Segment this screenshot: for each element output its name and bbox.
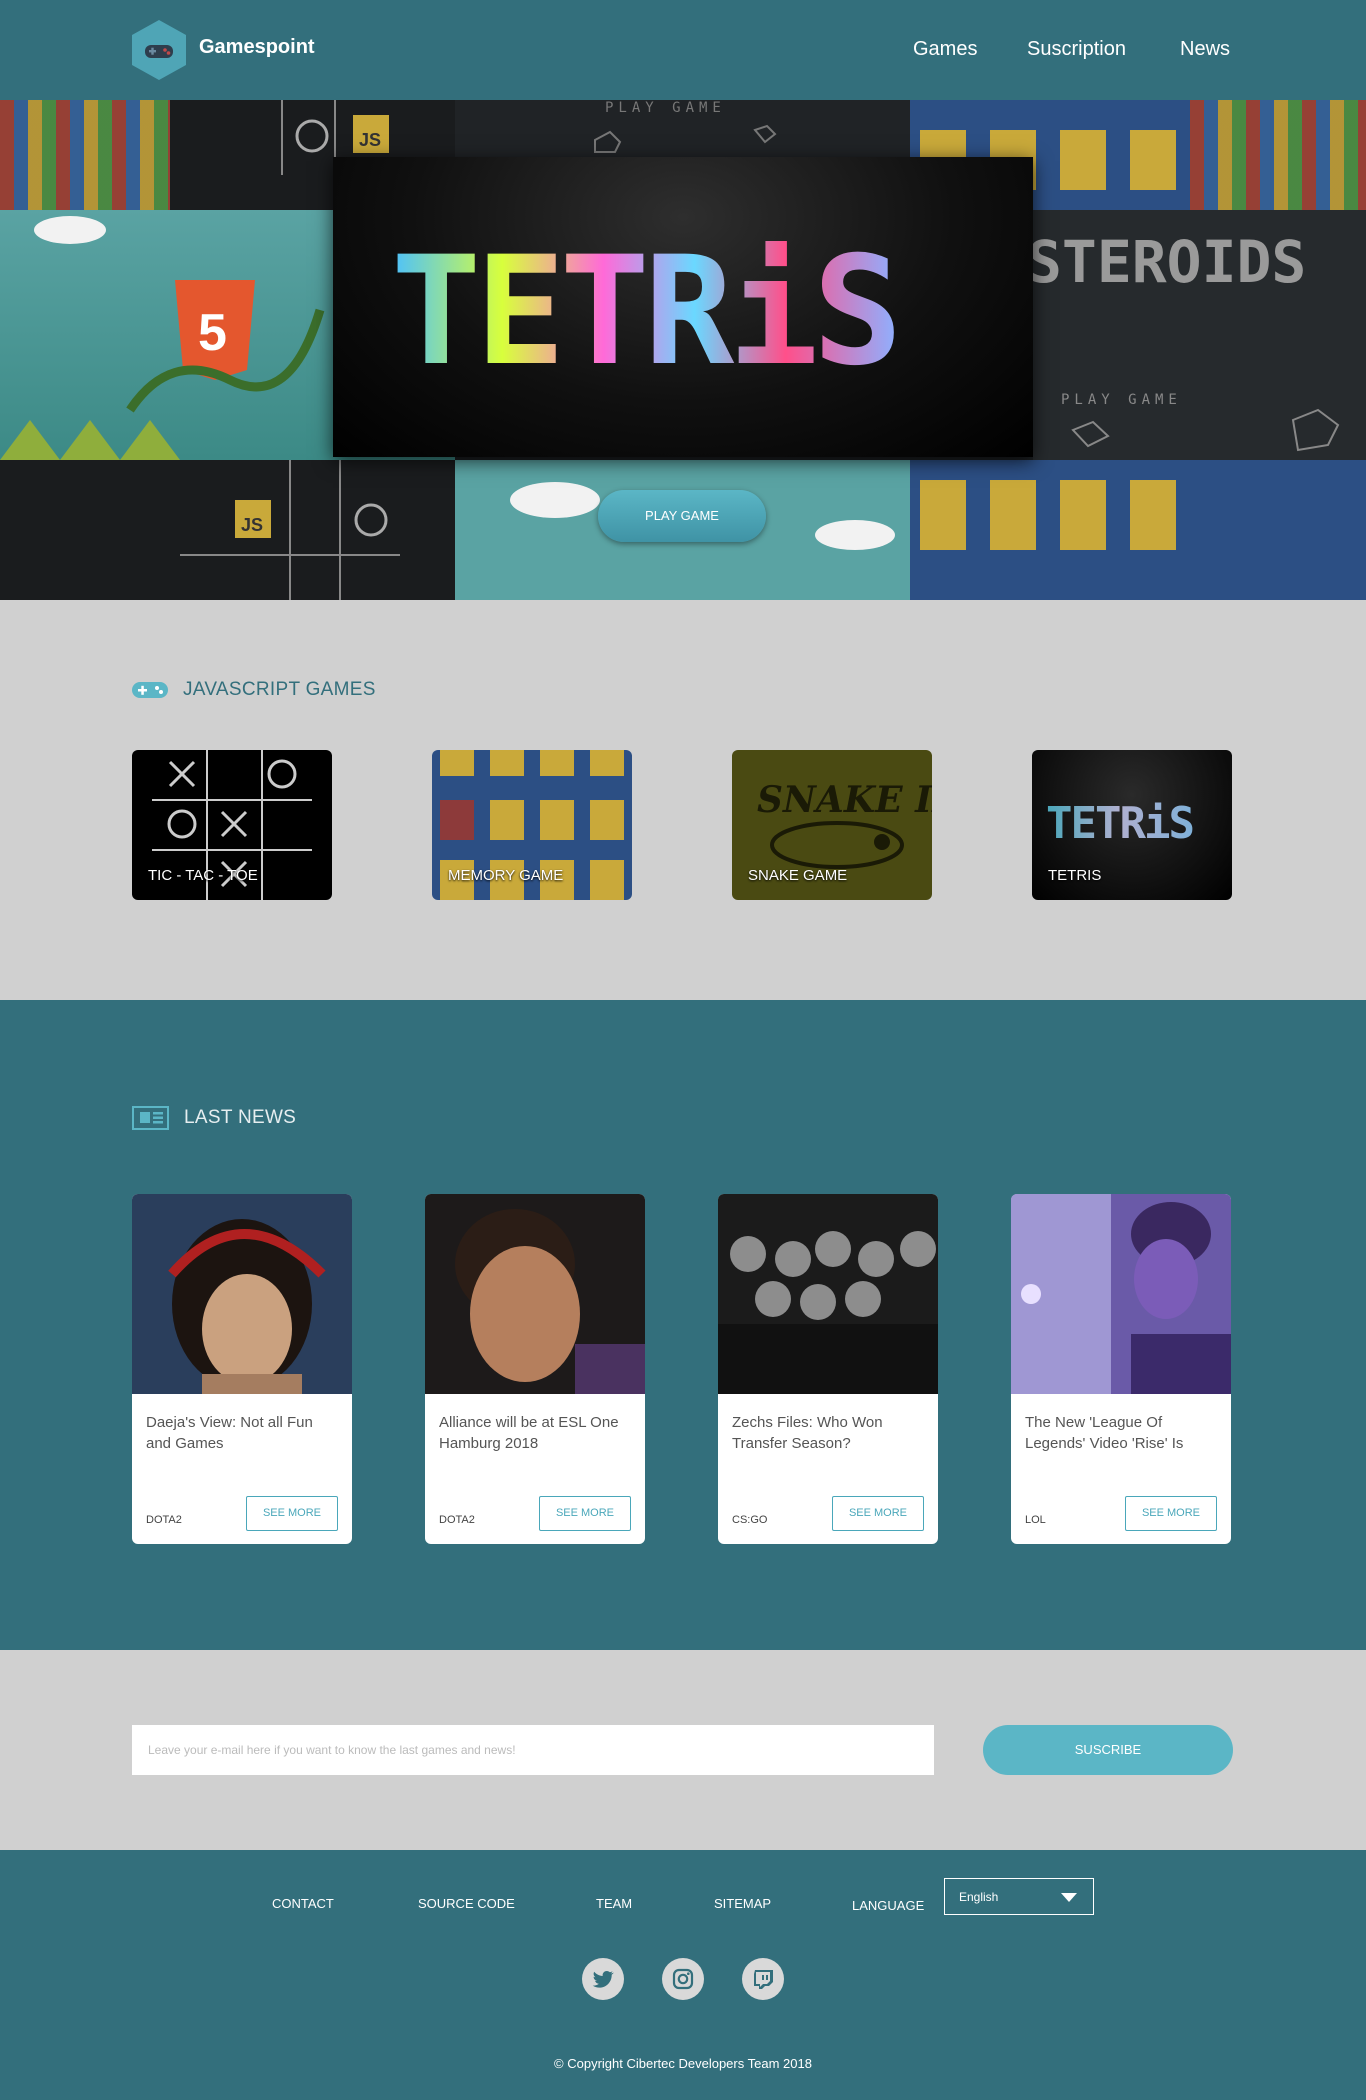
news-tag: CS:GO (732, 1514, 768, 1526)
nav-games[interactable]: Games (913, 38, 977, 61)
play-game-bg-text-2: PLAY GAME (1061, 392, 1182, 408)
language-select[interactable]: English (944, 1878, 1094, 1915)
javascript-games-title: JAVASCRIPT GAMES (183, 679, 376, 700)
game-card-snake[interactable]: SNAKE II SNAKE GAME (732, 750, 932, 900)
last-news-section: LAST NEWS Daeja's View: Not all Fun and … (0, 1000, 1366, 1650)
nav-suscription[interactable]: Suscription (1027, 38, 1126, 61)
footer-link-team[interactable]: TEAM (596, 1896, 632, 1911)
gamepad-logo-icon[interactable] (132, 20, 186, 80)
tictactoe-tile-bottom: JS (0, 460, 455, 600)
game-card-label: TIC - TAC - TOE (148, 867, 258, 884)
site-footer: CONTACT SOURCE CODE TEAM SITEMAP LANGUAG… (0, 1850, 1366, 2100)
brand-name[interactable]: Gamespoint (199, 36, 315, 59)
news-card[interactable]: The New 'League Of Legends' Video 'Rise'… (1011, 1194, 1231, 1544)
game-card-label: SNAKE GAME (748, 867, 848, 884)
tetris-tile-right (1190, 100, 1366, 210)
language-label: LANGUAGE (852, 1898, 925, 1913)
see-more-button[interactable]: SEE MORE (832, 1496, 924, 1531)
news-title: Alliance will be at ESL One Hamburg 2018 (439, 1414, 619, 1452)
play-game-button[interactable]: PLAY GAME (598, 490, 766, 542)
copyright-text: © Copyright Cibertec Developers Team 201… (554, 2056, 812, 2071)
news-title: Daeja's View: Not all Fun and Games (146, 1414, 313, 1452)
news-title: The New 'League Of Legends' Video 'Rise'… (1025, 1414, 1184, 1452)
news-photo-team-icon (718, 1194, 938, 1394)
see-more-button[interactable]: SEE MORE (246, 1496, 338, 1531)
language-select-value: English (959, 1890, 999, 1904)
subscribe-section: SUSCRIBE (0, 1650, 1366, 1850)
asteroids-bg-right-icon: STEROIDS PLAY GAME (1027, 228, 1340, 452)
tetris-logo-icon: TETRiS (391, 225, 903, 399)
footer-link-source-code[interactable]: SOURCE CODE (418, 1896, 515, 1911)
nav-news[interactable]: News (1180, 38, 1230, 61)
twitch-icon[interactable] (742, 1958, 784, 2000)
featured-game-frame: TETRiS (333, 157, 1033, 457)
news-tag: DOTA2 (146, 1514, 182, 1526)
news-photo-league-icon (1011, 1194, 1231, 1394)
news-title: Zechs Files: Who Won Transfer Season? (732, 1414, 883, 1452)
asteroids-bg-text: STEROIDS (1033, 228, 1306, 296)
tetris-art-text: TETRiS (1046, 798, 1193, 849)
javascript-games-section: JAVASCRIPT GAMES TIC - TAC - TOE MEMORY … (0, 600, 1366, 1000)
featured-title: TETRiS (391, 225, 897, 399)
tetris-tile (0, 100, 170, 210)
gamepad-icon (132, 682, 168, 698)
news-card[interactable]: Alliance will be at ESL One Hamburg 2018… (425, 1194, 645, 1544)
tictactoe-bottom-icon: JS (180, 460, 400, 600)
hero-banner: JS PLAY GAME 5 STEROIDS PLAY GAME JS TET… (0, 100, 1366, 600)
subscribe-button[interactable]: SUSCRIBE (983, 1725, 1233, 1775)
news-card[interactable]: Zechs Files: Who Won Transfer Season? CS… (718, 1194, 938, 1544)
footer-link-sitemap[interactable]: SITEMAP (714, 1896, 771, 1911)
last-news-title: LAST NEWS (184, 1107, 297, 1128)
chevron-down-icon (1061, 1893, 1077, 1902)
snake-art-text: SNAKE II (757, 779, 932, 821)
news-photo-gamer-icon (132, 1194, 352, 1394)
asteroids-tile-right: STEROIDS PLAY GAME (1027, 210, 1366, 460)
news-tag: LOL (1025, 1514, 1046, 1526)
js-badge-text: JS (359, 130, 381, 150)
email-input[interactable] (132, 1725, 934, 1775)
game-card-tetris[interactable]: TETRiS TETRIS (1032, 750, 1232, 900)
footer-link-contact[interactable]: CONTACT (272, 1896, 334, 1911)
newspaper-icon (132, 1106, 169, 1130)
html5-badge-text: 5 (198, 304, 227, 362)
see-more-button[interactable]: SEE MORE (1125, 1496, 1217, 1531)
site-header: Gamespoint Games Suscription News (0, 0, 1366, 100)
play-game-bg-text: PLAY GAME (605, 100, 726, 116)
news-photo-player-icon (425, 1194, 645, 1394)
game-card-tictactoe[interactable]: TIC - TAC - TOE (132, 750, 332, 900)
game-card-label: TETRIS (1048, 867, 1102, 884)
memory-tile-bottom (910, 460, 1366, 600)
js-badge-text-2: JS (241, 515, 263, 535)
game-card-label: MEMORY GAME (448, 867, 564, 884)
twitter-icon[interactable] (582, 1958, 624, 2000)
news-tag: DOTA2 (439, 1514, 475, 1526)
news-card[interactable]: Daeja's View: Not all Fun and Games DOTA… (132, 1194, 352, 1544)
instagram-icon[interactable] (662, 1958, 704, 2000)
game-card-memory[interactable]: MEMORY GAME (432, 750, 632, 900)
see-more-button[interactable]: SEE MORE (539, 1496, 631, 1531)
